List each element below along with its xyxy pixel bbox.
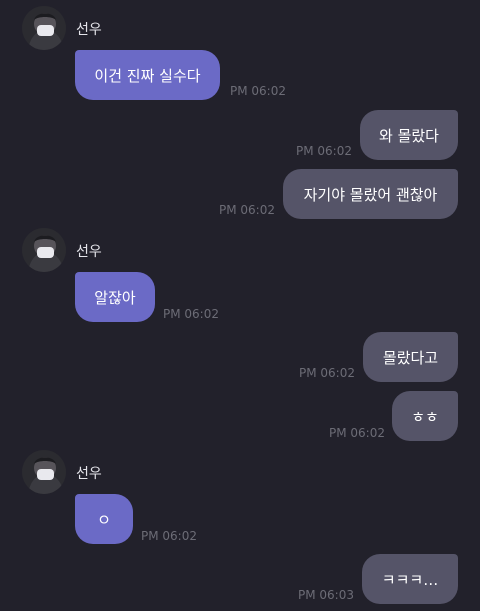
message-timestamp: PM 06:02	[299, 366, 355, 380]
message-timestamp: PM 06:03	[298, 588, 354, 602]
sender-name: 선우	[76, 22, 102, 38]
sender-name: 선우	[76, 466, 102, 482]
message-timestamp: PM 06:02	[219, 203, 275, 217]
outgoing-message-bubble[interactable]: 와 몰랐다	[360, 110, 458, 160]
message-timestamp: PM 06:02	[141, 529, 197, 543]
sender-avatar[interactable]	[22, 450, 66, 494]
outgoing-message-bubble[interactable]: 몰랐다고	[363, 332, 458, 382]
message-timestamp: PM 06:02	[296, 144, 352, 158]
sender-name: 선우	[76, 244, 102, 260]
incoming-message-bubble[interactable]: 알잖아	[75, 272, 155, 322]
incoming-message-bubble[interactable]: 이건 진짜 실수다	[75, 50, 220, 100]
message-timestamp: PM 06:02	[163, 307, 219, 321]
outgoing-message-bubble[interactable]: 자기야 몰랐어 괜찮아	[283, 169, 458, 219]
profile-photo-icon	[22, 450, 66, 494]
message-timestamp: PM 06:02	[329, 426, 385, 440]
message-timestamp: PM 06:02	[230, 84, 286, 98]
outgoing-message-bubble[interactable]: ㅋㅋㅋ…	[362, 554, 458, 604]
incoming-message-bubble[interactable]: ㅇ	[75, 494, 133, 544]
profile-photo-icon	[22, 228, 66, 272]
sender-avatar[interactable]	[22, 6, 66, 50]
profile-photo-icon	[22, 6, 66, 50]
outgoing-message-bubble[interactable]: ㅎㅎ	[392, 391, 458, 441]
sender-avatar[interactable]	[22, 228, 66, 272]
